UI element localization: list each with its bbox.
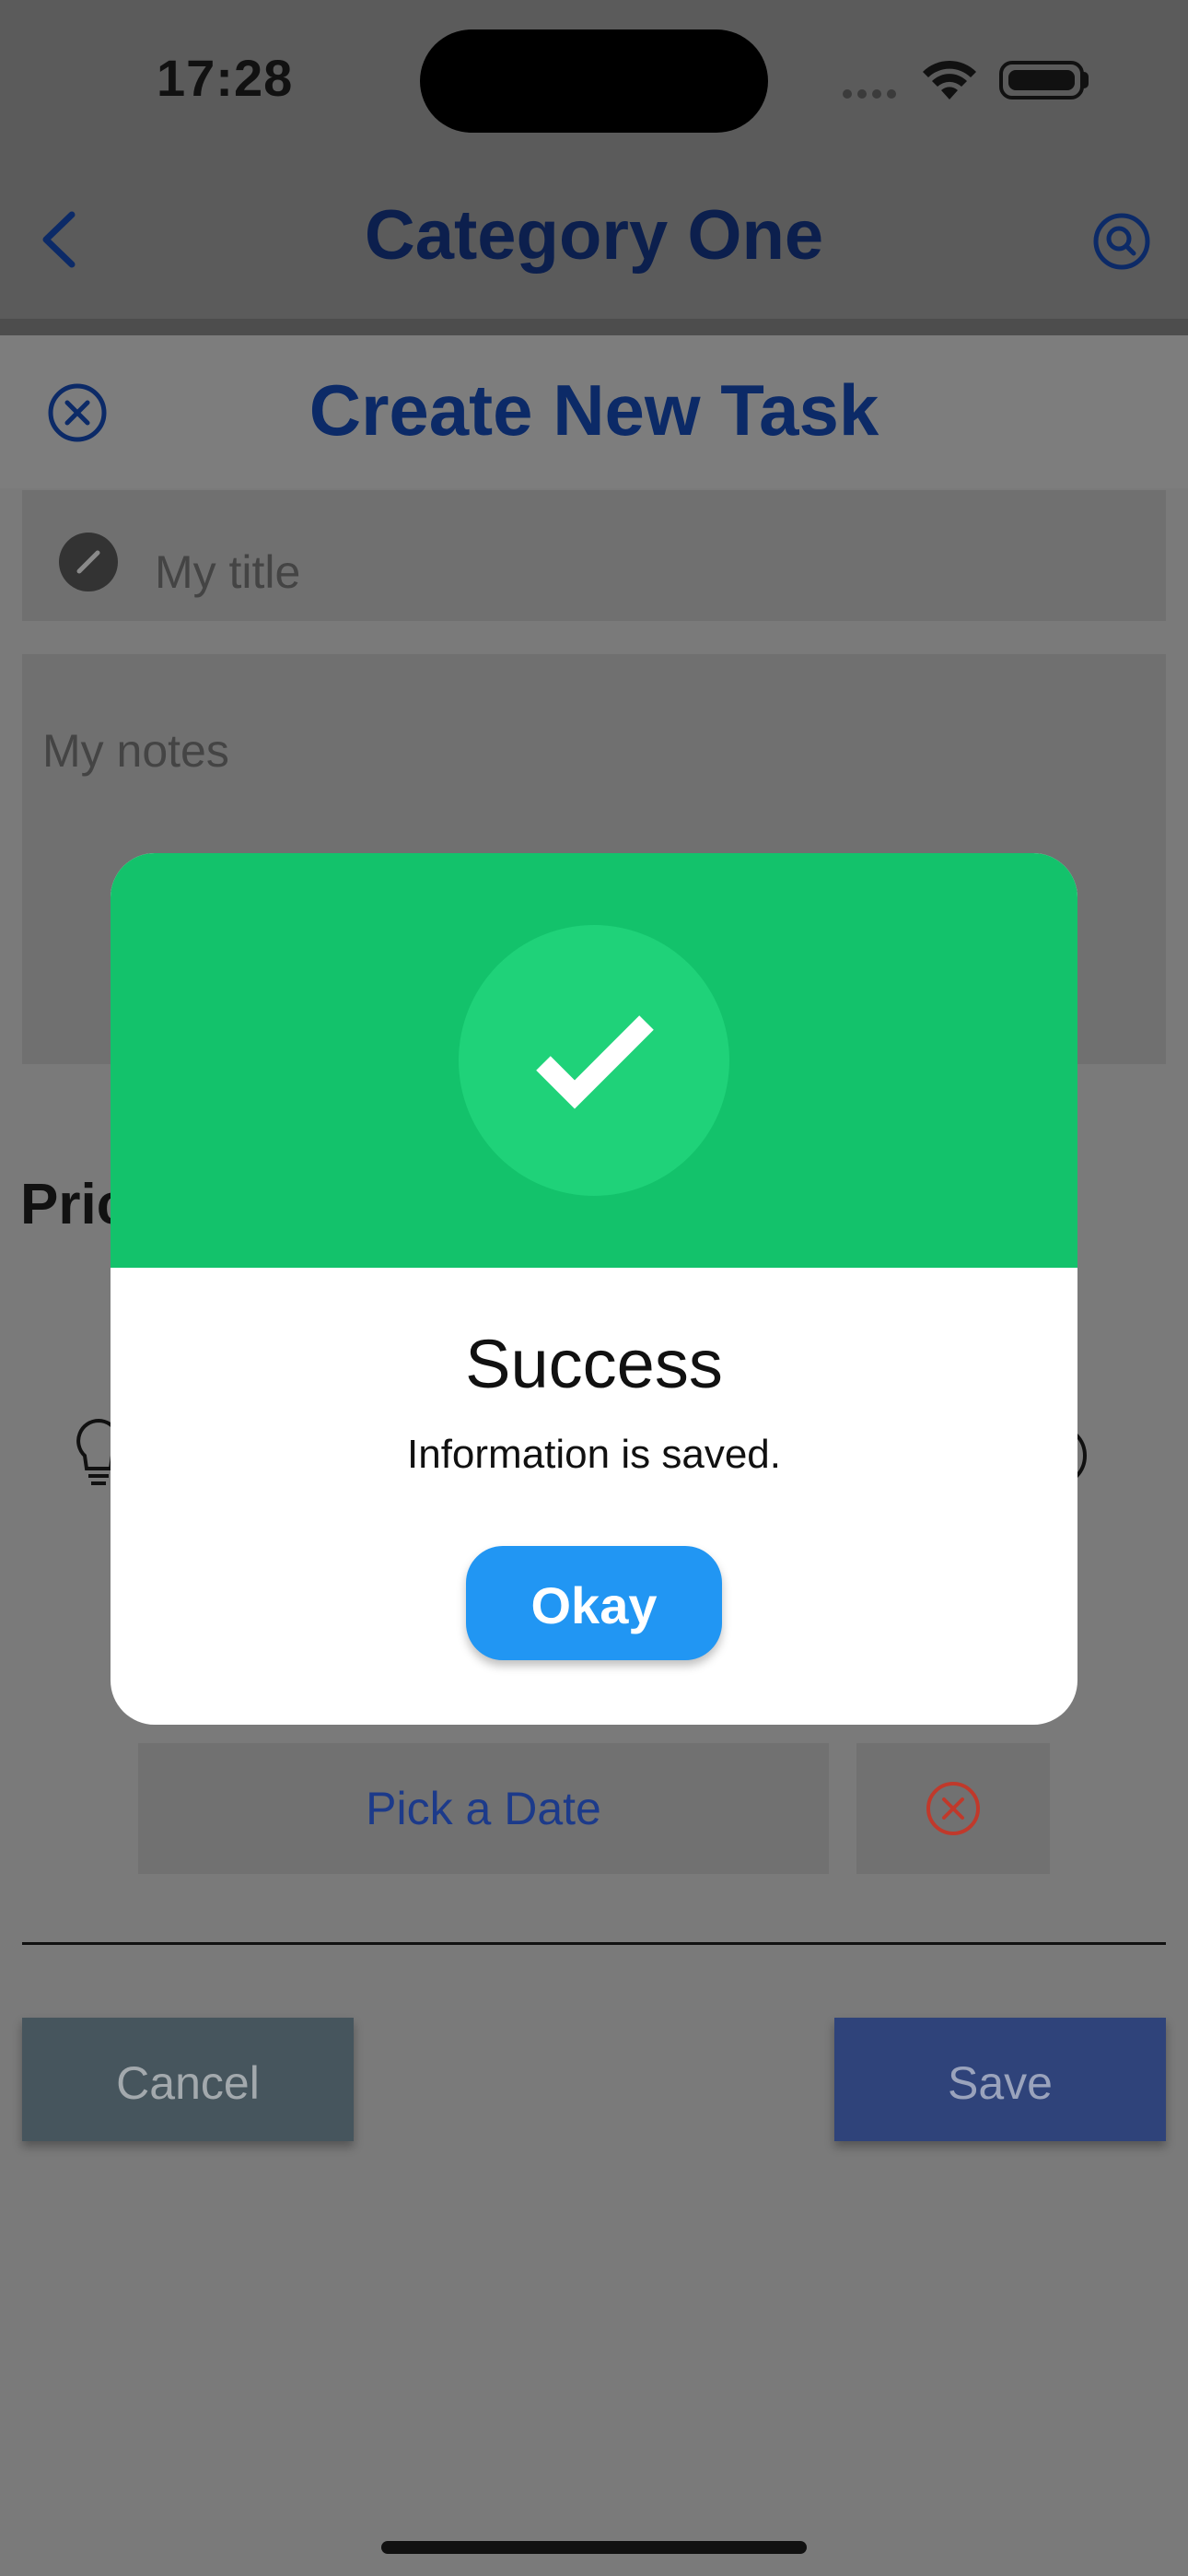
cancel-label: Cancel [116, 2057, 260, 2109]
battery-tip [1081, 72, 1089, 88]
battery-icon [999, 61, 1084, 100]
divider [22, 1942, 1166, 1945]
title-placeholder: My title [155, 546, 301, 598]
page-title: Category One [364, 196, 824, 275]
notes-placeholder: My notes [42, 725, 229, 777]
dynamic-island [420, 29, 768, 133]
save-label: Save [948, 2057, 1053, 2109]
pencil-icon [59, 533, 118, 591]
okay-label: Okay [530, 1576, 658, 1634]
dialog-title: Success [465, 1326, 723, 1402]
wifi-icon [923, 60, 976, 100]
cellular-signal-icon [843, 87, 902, 103]
search-icon[interactable] [1092, 212, 1151, 271]
header-divider [0, 319, 1188, 335]
status-time: 17:28 [157, 49, 294, 107]
close-circle-icon [926, 1782, 980, 1835]
sheet-title: Create New Task [309, 369, 879, 451]
dialog-message: Information is saved. [407, 1432, 781, 1477]
pick-date-label: Pick a Date [366, 1783, 601, 1834]
success-dialog: Success Information is saved. Okay [111, 853, 1077, 1725]
home-indicator [381, 2541, 807, 2554]
checkmark-icon [536, 1015, 654, 1109]
